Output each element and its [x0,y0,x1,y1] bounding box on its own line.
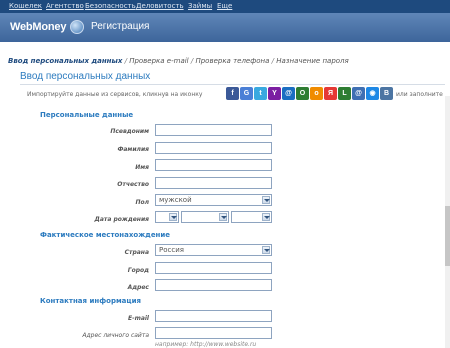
birth-month-select[interactable] [181,211,229,223]
page-scrollbar[interactable] [445,96,450,348]
mail-icon[interactable]: @ [282,87,295,100]
country-select[interactable]: Россия [155,244,272,256]
top-navigation: Кошелек Агентство Безопасность Деловитос… [0,0,450,13]
surname-input[interactable] [155,142,272,154]
page-title: Ввод персональных данных [20,71,151,82]
label-city: Город [127,267,149,274]
liveinternet-icon[interactable]: L [338,87,351,100]
chevron-down-icon[interactable] [262,213,270,221]
label-address: Адрес [127,284,149,291]
section-location: Фактическое местонахождение [40,231,171,239]
twitter-icon[interactable]: t [254,87,267,100]
address-input[interactable] [155,279,272,291]
header-title: Регистрация [91,21,150,32]
label-country: Страна [124,249,149,256]
step-password: Назначение пароля [276,57,349,65]
chevron-down-icon[interactable] [219,213,227,221]
google-icon[interactable]: G [240,87,253,100]
webmoney-icon[interactable]: ◉ [366,87,379,100]
label-surname: Фамилия [117,146,149,153]
website-input[interactable] [155,327,272,339]
label-patronymic: Отчество [117,181,149,188]
city-input[interactable] [155,262,272,274]
nav-link-loans[interactable]: Займы [188,2,212,10]
facebook-icon[interactable]: f [226,87,239,100]
email-input[interactable] [155,310,272,322]
label-nickname: Псевдоним [110,128,149,135]
label-birthdate: Дата рождения [94,216,149,223]
yandex-icon[interactable]: Я [324,87,337,100]
step-email: Проверка e-mail [129,57,189,65]
chevron-down-icon[interactable] [262,246,270,254]
birth-day-select[interactable] [155,211,179,223]
vkontakte-icon[interactable]: B [380,87,393,100]
odnoklassniki-icon[interactable]: о [310,87,323,100]
import-suffix: или заполните [396,91,443,98]
label-gender: Пол [135,199,149,206]
title-divider [20,84,445,85]
gender-select[interactable]: мужской [155,194,272,206]
yahoo-icon[interactable]: Y [268,87,281,100]
globe-icon [70,20,84,34]
nav-link-security[interactable]: Безопасность [85,2,136,10]
scrollbar-thumb[interactable] [445,206,450,266]
step-current: Ввод персональных данных [8,57,123,65]
country-value: Россия [159,246,184,254]
chevron-down-icon[interactable] [169,213,177,221]
webmoney-logo[interactable]: WebMoney [10,21,66,33]
name-input[interactable] [155,159,272,171]
birth-year-select[interactable] [231,211,272,223]
nav-link-wallet[interactable]: Кошелек [9,2,42,10]
rambler-icon[interactable]: @ [352,87,365,100]
nav-link-business[interactable]: Деловитость [136,2,184,10]
nickname-input[interactable] [155,124,272,136]
step-phone: Проверка телефона [195,57,270,65]
registration-steps: Ввод персональных данных / Проверка e-ma… [8,57,349,65]
header-bar: WebMoney Регистрация [0,13,450,42]
chevron-down-icon[interactable] [262,196,270,204]
label-website: Адрес личного сайта [82,332,149,339]
website-hint: например: http://www.website.ru [155,341,257,348]
nav-link-more[interactable]: Еще [217,2,232,10]
patronymic-input[interactable] [155,177,272,189]
section-personal-data: Персональные данные [40,111,134,119]
label-email: E-mail [127,315,149,322]
import-prompt: Импортируйте данные из сервисов, кликнув… [27,91,203,98]
gender-value: мужской [159,196,192,204]
section-contact: Контактная информация [40,297,141,305]
nav-link-agency[interactable]: Агентство [46,2,84,10]
label-name: Имя [135,164,149,171]
openid-icon[interactable]: O [296,87,309,100]
